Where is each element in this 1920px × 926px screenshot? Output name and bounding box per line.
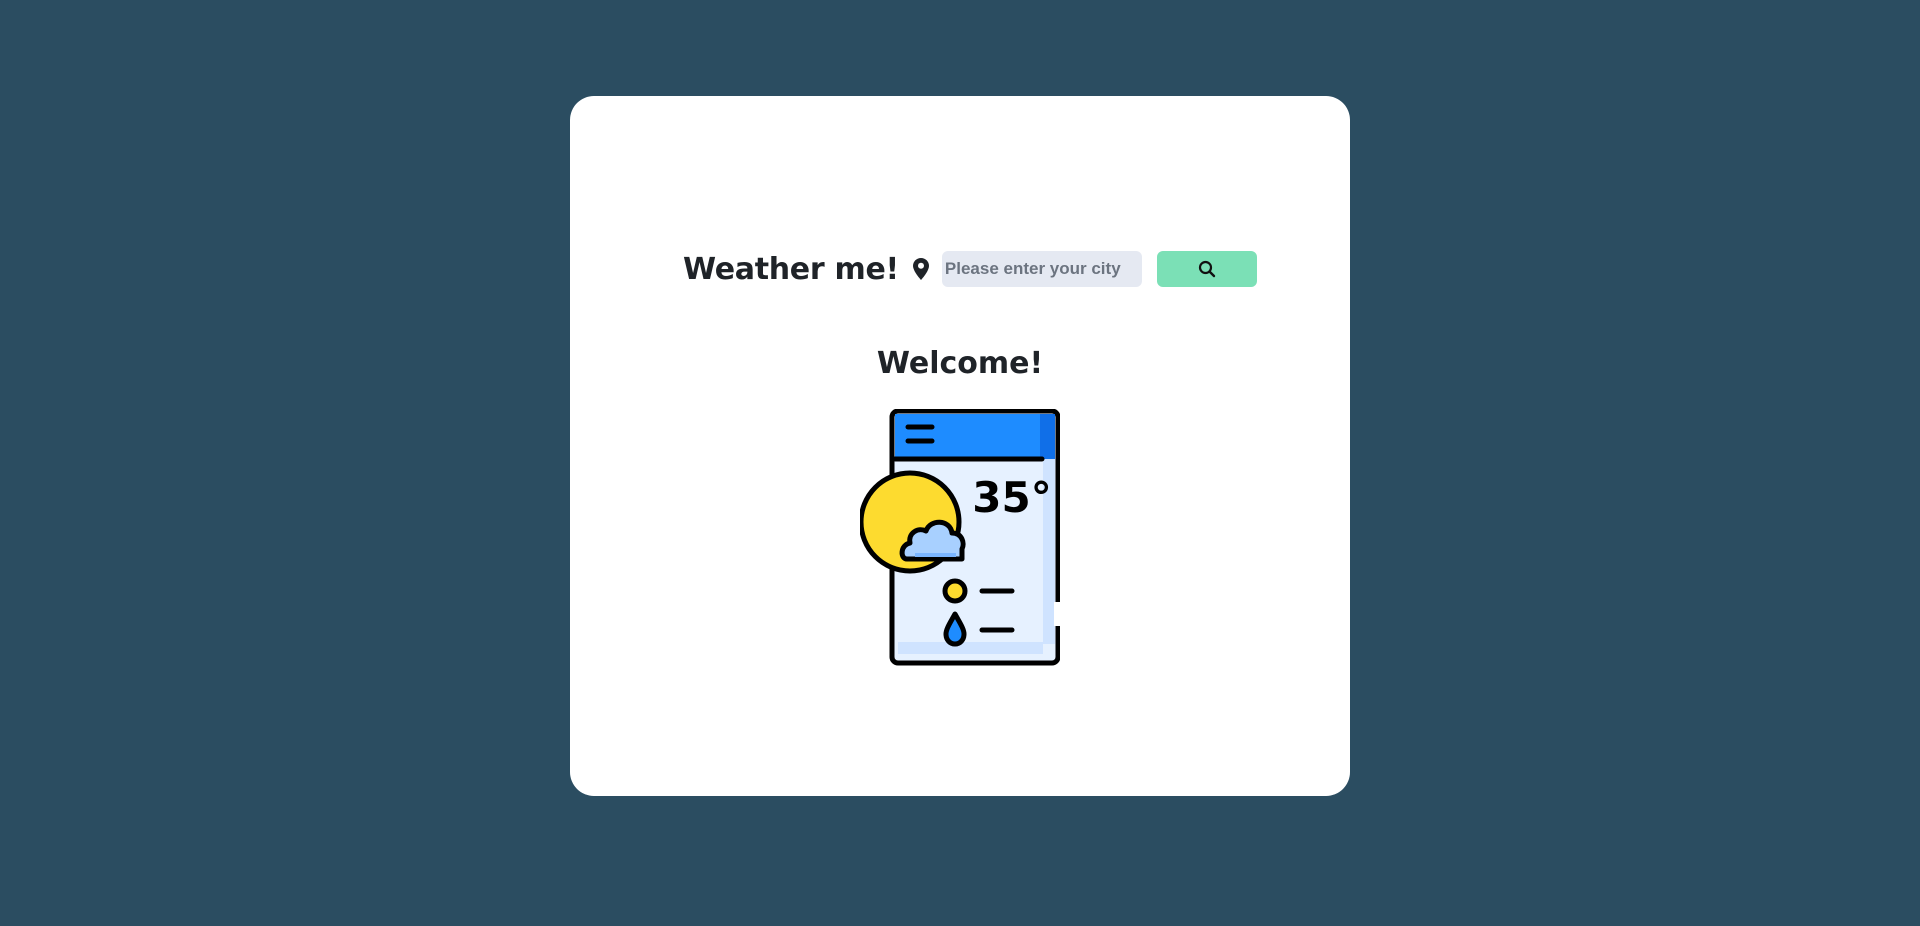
city-search-input[interactable] (941, 251, 1142, 287)
search-row: Weather me! (683, 251, 1257, 287)
welcome-heading: Welcome! (876, 346, 1044, 381)
search-button[interactable] (1156, 251, 1257, 287)
app-title: Weather me! (683, 251, 899, 287)
temperature-text: 35° (972, 473, 1051, 522)
weather-app-phone-icon: 35° (858, 408, 1062, 666)
search-icon (1198, 260, 1216, 278)
weather-app-illustration: 35° (858, 408, 1062, 679)
map-pin-icon (912, 258, 929, 280)
weather-card: Weather me! Welcome! (570, 96, 1350, 796)
